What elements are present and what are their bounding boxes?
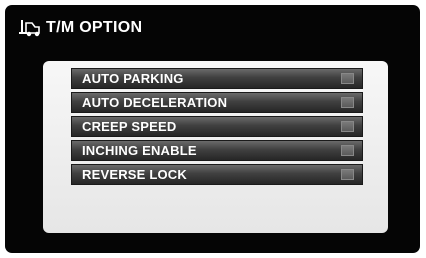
option-reverse-lock[interactable]: REVERSE LOCK xyxy=(71,164,363,185)
auto-deceleration-checkbox[interactable] xyxy=(341,97,354,108)
option-label: AUTO PARKING xyxy=(82,71,184,86)
option-auto-deceleration[interactable]: AUTO DECELERATION xyxy=(71,92,363,113)
option-label: INCHING ENABLE xyxy=(82,143,197,158)
creep-speed-checkbox[interactable] xyxy=(341,121,354,132)
auto-parking-checkbox[interactable] xyxy=(341,73,354,84)
forklift-icon xyxy=(19,20,40,37)
screen-header: T/M OPTION xyxy=(19,16,142,40)
options-panel: AUTO PARKING AUTO DECELERATION CREEP SPE… xyxy=(43,61,388,233)
reverse-lock-checkbox[interactable] xyxy=(341,169,354,180)
option-auto-parking[interactable]: AUTO PARKING xyxy=(71,68,363,89)
options-list: AUTO PARKING AUTO DECELERATION CREEP SPE… xyxy=(71,68,363,185)
option-label: CREEP SPEED xyxy=(82,119,177,134)
option-label: REVERSE LOCK xyxy=(82,167,187,182)
option-label: AUTO DECELERATION xyxy=(82,95,228,110)
display-screen: T/M OPTION AUTO PARKING AUTO DECELERATIO… xyxy=(5,5,420,253)
inching-enable-checkbox[interactable] xyxy=(341,145,354,156)
option-creep-speed[interactable]: CREEP SPEED xyxy=(71,116,363,137)
option-inching-enable[interactable]: INCHING ENABLE xyxy=(71,140,363,161)
page-title: T/M OPTION xyxy=(46,19,143,36)
